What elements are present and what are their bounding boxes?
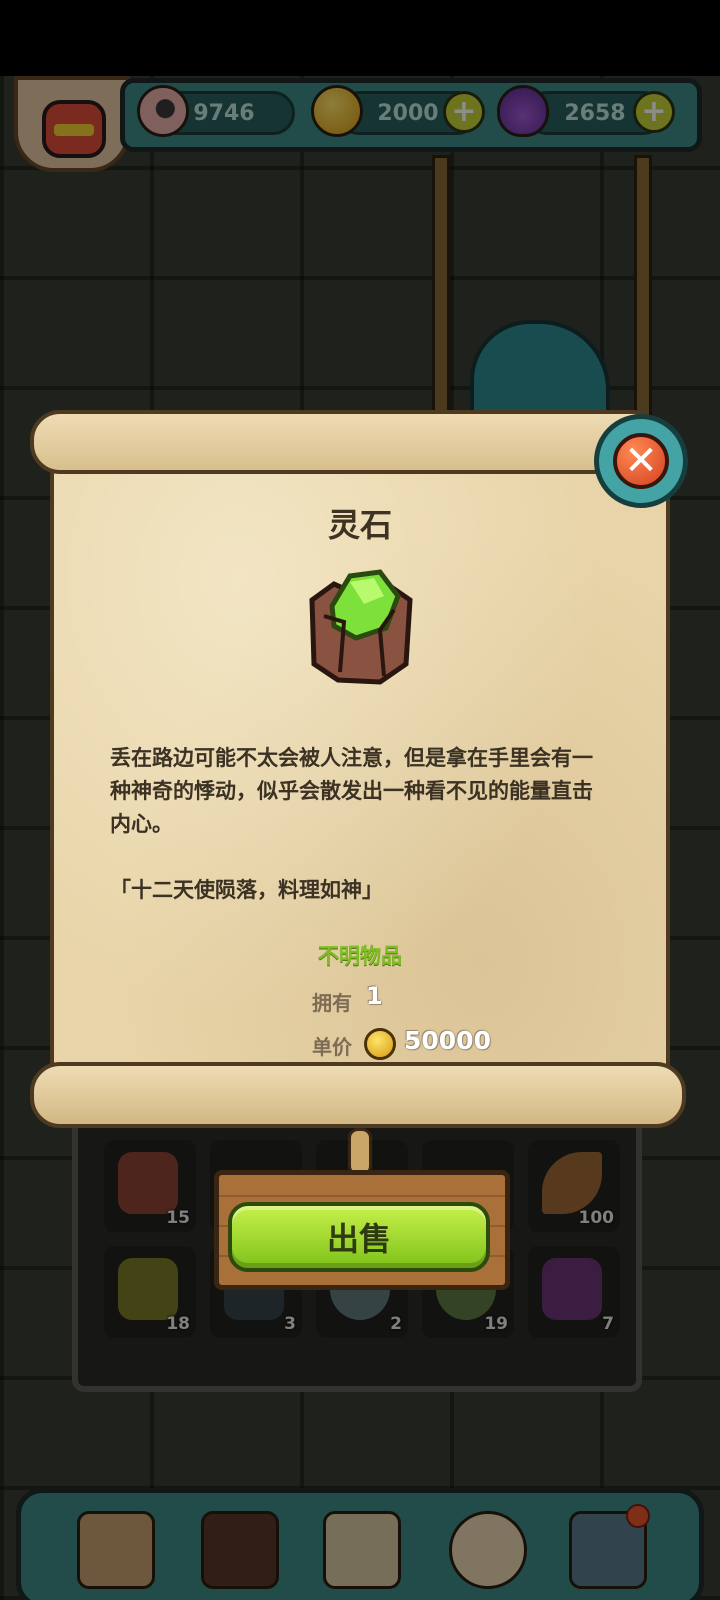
coin-icon <box>364 1028 396 1060</box>
close-button[interactable]: ✕ <box>594 414 688 508</box>
sign-hook <box>348 1128 372 1176</box>
status-bar <box>0 0 720 76</box>
item-description: 丢在路边可能不太会被人注意，但是拿在手里会有一种神奇的悸动，似乎会散发出一种看不… <box>110 746 593 836</box>
sell-button[interactable]: 出售 <box>228 1202 490 1272</box>
item-quote: 「十二天使陨落，料理如神」 <box>110 878 383 902</box>
owned-label: 拥有 <box>312 991 352 1015</box>
scroll-top-roll <box>30 410 662 474</box>
close-icon: ✕ <box>613 433 669 489</box>
price-label: 单价 <box>312 1035 352 1059</box>
price-value: 50000 <box>404 1026 491 1055</box>
scroll-bottom-roll <box>30 1062 686 1128</box>
item-title: 灵石 <box>327 506 392 544</box>
item-category: 不明物品 <box>318 944 402 968</box>
owned-value: 1 <box>366 982 383 1010</box>
spirit-stone-icon <box>309 569 413 685</box>
